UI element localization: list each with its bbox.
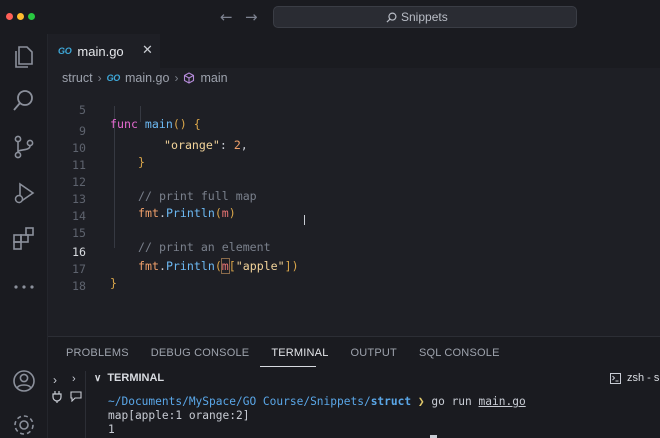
code-line: 12 // print full map — [48, 161, 660, 203]
tab-terminal[interactable]: TERMINAL — [271, 347, 328, 359]
cube-symbol-icon — [184, 72, 195, 84]
terminal-output-line: map[apple:1 orange:2] — [108, 409, 250, 422]
breadcrumb-file[interactable]: main.go — [125, 71, 169, 85]
code-line: 9 "orange": 2, — [48, 110, 660, 152]
chevron-right-icon: › — [174, 71, 179, 85]
active-tab-indicator — [260, 366, 316, 367]
tab-debug-console[interactable]: DEBUG CONSOLE — [151, 347, 250, 359]
terminal-header[interactable]: ∨ TERMINAL — [94, 372, 164, 384]
title-bar: ← → Snippets — [0, 0, 660, 34]
code-line: 17 } — [48, 248, 660, 290]
terminal-icon — [610, 372, 621, 384]
panel-tabs: PROBLEMS DEBUG CONSOLE TERMINAL OUTPUT S… — [66, 347, 500, 359]
account-icon[interactable] — [11, 368, 37, 394]
chevron-right-icon[interactable]: › — [53, 373, 57, 387]
close-window-button[interactable] — [6, 13, 13, 20]
back-arrow-icon[interactable]: ← — [220, 8, 233, 26]
close-icon[interactable]: ✕ — [142, 42, 153, 58]
explorer-icon[interactable] — [11, 44, 37, 70]
go-file-icon: GO — [58, 46, 72, 56]
code-line: 5 func main() { — [48, 89, 660, 131]
code-line: 11 — [48, 144, 660, 172]
terminal-shell-selector[interactable]: zsh - s — [610, 372, 659, 384]
tab-problems[interactable]: PROBLEMS — [66, 347, 129, 359]
go-file-icon: GO — [106, 73, 121, 83]
prompt-symbol: ❯ — [417, 395, 425, 408]
code-line: 18 — [48, 265, 660, 293]
forward-arrow-icon[interactable]: → — [245, 8, 258, 26]
breadcrumb: struct › GO main.go › main — [62, 70, 228, 86]
prompt-path: ~/Documents/MySpace/GO Course/Snippets/ — [108, 395, 371, 408]
code-line: 13 fmt.Println(m) — [48, 178, 660, 220]
mouse-cursor-ibeam — [304, 215, 305, 225]
editor-tabs: GO main.go ✕ — [48, 34, 660, 68]
bottom-panel: PROBLEMS DEBUG CONSOLE TERMINAL OUTPUT S… — [48, 336, 660, 438]
settings-gear-icon[interactable] — [11, 412, 37, 438]
prompt-dir: struct — [370, 395, 412, 408]
breadcrumb-folder[interactable]: struct — [62, 71, 93, 85]
chevron-right-icon: › — [97, 71, 102, 85]
panel-side-toolbar: › › — [48, 371, 86, 438]
minimize-window-button[interactable] — [17, 13, 24, 20]
shell-label: zsh - s — [627, 372, 660, 384]
more-icon[interactable] — [11, 274, 37, 300]
code-line: 10 } — [48, 127, 660, 169]
terminal-output-line: 1 — [108, 423, 115, 436]
search-icon — [386, 12, 397, 23]
command-argument: main.go — [478, 395, 526, 408]
chevron-right-icon[interactable]: › — [72, 373, 76, 385]
terminal-title: TERMINAL — [107, 372, 165, 384]
search-label: Snippets — [401, 10, 448, 24]
activity-bar — [0, 34, 48, 438]
search-icon[interactable] — [11, 88, 37, 114]
code-editor[interactable]: 5 func main() { 9 "orange": 2, 10 } 11 1… — [48, 88, 660, 336]
tab-output[interactable]: OUTPUT — [351, 347, 397, 359]
source-control-icon[interactable] — [11, 134, 37, 160]
extensions-icon[interactable] — [11, 226, 37, 252]
breadcrumb-symbol[interactable]: main — [200, 71, 227, 85]
run-debug-icon[interactable] — [11, 180, 37, 206]
chevron-down-icon: ∨ — [94, 372, 102, 384]
tab-label: main.go — [77, 43, 124, 59]
plug-icon[interactable] — [52, 391, 62, 403]
maximize-window-button[interactable] — [28, 13, 35, 20]
comment-icon[interactable] — [70, 391, 82, 402]
code-line-active: 16 fmt.Println(m["apple"]) — [48, 231, 660, 274]
window-controls — [6, 13, 35, 20]
code-line: 14 — [48, 195, 660, 223]
tab-sql-console[interactable]: SQL CONSOLE — [419, 347, 500, 359]
terminal-prompt-line: ~/Documents/MySpace/GO Course/Snippets/s… — [108, 395, 526, 408]
terminal-command: go run — [431, 395, 472, 408]
command-center-search[interactable]: Snippets — [273, 6, 577, 28]
line-number: 18 — [72, 279, 86, 293]
tab-main-go[interactable]: GO main.go ✕ — [48, 34, 160, 68]
code-line: 15 // print an element — [48, 212, 660, 254]
